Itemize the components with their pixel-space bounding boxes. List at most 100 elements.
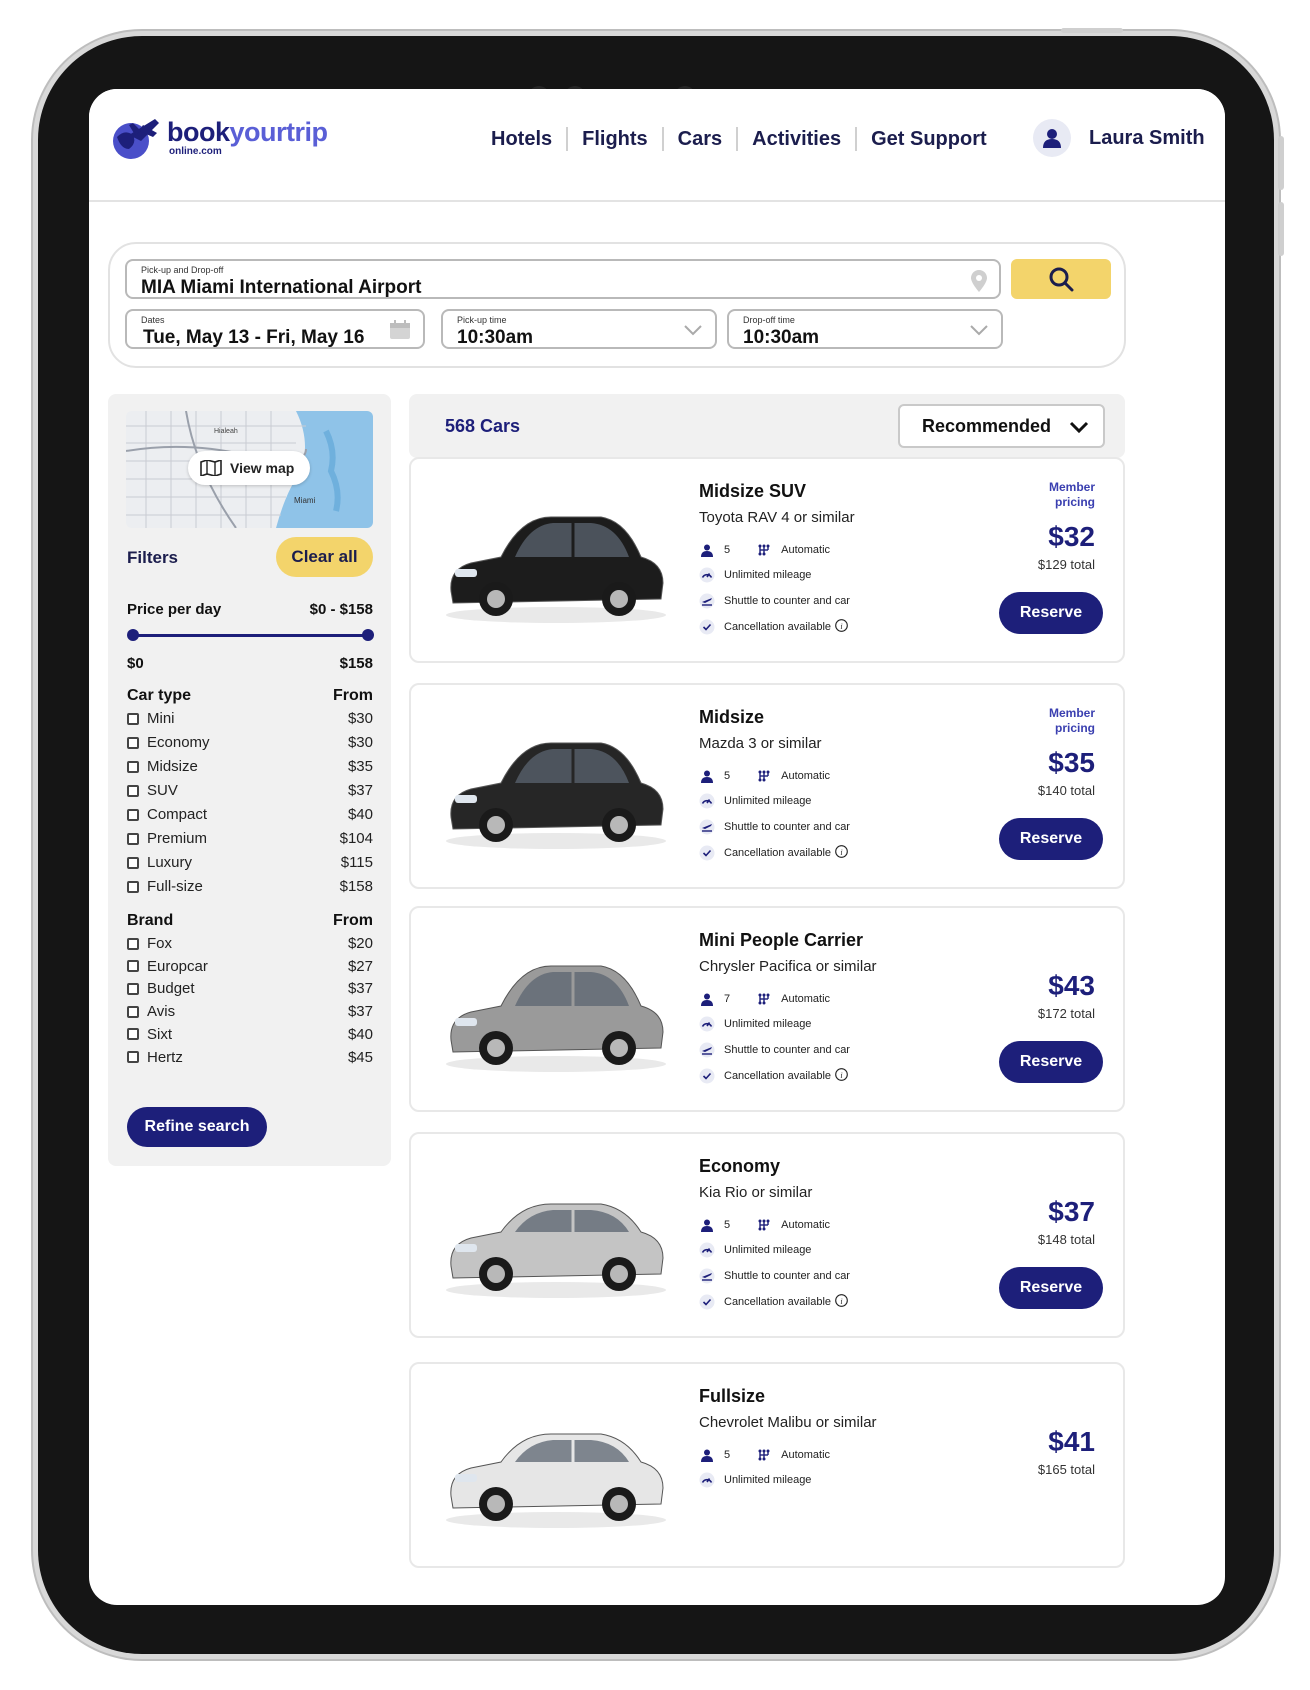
car-result-card[interactable]: Mini People Carrier Chrysler Pacifica or … bbox=[409, 906, 1125, 1112]
info-icon[interactable]: i bbox=[831, 1068, 848, 1084]
car-type-option[interactable]: Midsize $35 bbox=[127, 758, 373, 775]
info-icon[interactable]: i bbox=[831, 845, 848, 861]
reserve-button[interactable]: Reserve bbox=[999, 592, 1103, 634]
price-slider-max-handle[interactable] bbox=[362, 629, 374, 641]
check-icon bbox=[699, 845, 715, 861]
cancellation-feature: Cancellation available i bbox=[699, 1068, 848, 1084]
price-slider-min-handle[interactable] bbox=[127, 629, 139, 641]
search-button[interactable] bbox=[1011, 259, 1111, 299]
total-price: $148 total bbox=[1037, 1232, 1095, 1247]
info-icon[interactable]: i bbox=[831, 1294, 848, 1310]
brand-option[interactable]: Budget $37 bbox=[127, 980, 373, 997]
car-type-option[interactable]: Mini $30 bbox=[127, 710, 373, 727]
reserve-button[interactable]: Reserve bbox=[999, 1267, 1103, 1309]
pickup-time-select[interactable]: Pick-up time 10:30am bbox=[441, 309, 717, 349]
car-type-option[interactable]: Economy $30 bbox=[127, 734, 373, 751]
price-slider-track[interactable] bbox=[133, 634, 368, 637]
nav-flights[interactable]: Flights bbox=[582, 128, 648, 151]
dates-field[interactable]: Dates Tue, May 13 - Fri, May 16 bbox=[125, 309, 425, 349]
car-image[interactable] bbox=[441, 1174, 671, 1304]
map-preview[interactable]: Hialeah Miami View map bbox=[126, 411, 373, 528]
car-class[interactable]: Economy bbox=[699, 1156, 780, 1177]
chevron-down-icon bbox=[683, 323, 703, 341]
seats-feature: 5 Automatic bbox=[699, 1217, 830, 1233]
car-type-option-label: Compact bbox=[147, 806, 208, 823]
sort-dropdown[interactable]: Recommended bbox=[898, 404, 1105, 448]
check-icon bbox=[699, 1294, 715, 1310]
brand-option-label: Avis bbox=[147, 1003, 176, 1021]
nav-get-support[interactable]: Get Support bbox=[871, 128, 987, 151]
calendar-icon bbox=[389, 320, 411, 345]
checkbox[interactable] bbox=[127, 960, 139, 973]
shuttle-label: Shuttle to counter and car bbox=[724, 595, 850, 607]
transmission-label: Automatic bbox=[781, 1449, 831, 1461]
car-type-option-price: $104 bbox=[339, 830, 373, 847]
checkbox[interactable] bbox=[127, 937, 139, 950]
brand-option[interactable]: Avis $37 bbox=[127, 1003, 373, 1020]
brand-option-label: Hertz bbox=[147, 1048, 183, 1066]
checkbox[interactable] bbox=[127, 856, 139, 869]
reserve-button[interactable]: Reserve bbox=[999, 1041, 1103, 1083]
speedometer-icon bbox=[699, 567, 715, 583]
checkbox[interactable] bbox=[127, 760, 139, 773]
mileage-label: Unlimited mileage bbox=[724, 1018, 812, 1030]
car-type-option[interactable]: Luxury $115 bbox=[127, 854, 373, 871]
member-pricing-badge: Member pricing bbox=[1048, 706, 1095, 735]
daily-price: $41 bbox=[1048, 1426, 1095, 1457]
car-image[interactable] bbox=[441, 725, 671, 855]
checkbox[interactable] bbox=[127, 712, 139, 725]
mileage-label: Unlimited mileage bbox=[724, 569, 812, 581]
car-image[interactable] bbox=[441, 948, 671, 1078]
brand-logo[interactable]: bookyourtrip online.com bbox=[107, 115, 328, 161]
car-class[interactable]: Fullsize bbox=[699, 1386, 765, 1407]
dropoff-time-select[interactable]: Drop-off time 10:30am bbox=[727, 309, 1003, 349]
member-pricing-badge: Member pricing bbox=[1048, 480, 1095, 509]
nav-hotels[interactable]: Hotels bbox=[491, 128, 552, 151]
tablet-top-button bbox=[1061, 28, 1123, 33]
site-header: bookyourtrip online.com Hotels Flights C… bbox=[89, 89, 1225, 202]
car-type-option[interactable]: SUV $37 bbox=[127, 782, 373, 799]
info-icon[interactable]: i bbox=[831, 619, 848, 635]
car-image[interactable] bbox=[441, 1404, 671, 1534]
brand-option[interactable]: Sixt $40 bbox=[127, 1026, 373, 1043]
car-result-card[interactable]: Economy Kia Rio or similar 5 Automatic Unlim… bbox=[409, 1132, 1125, 1338]
car-image[interactable] bbox=[441, 499, 671, 629]
car-type-option[interactable]: Compact $40 bbox=[127, 806, 373, 823]
car-model: Chevrolet Malibu or similar bbox=[699, 1414, 877, 1431]
checkbox[interactable] bbox=[127, 736, 139, 749]
reserve-button[interactable]: Reserve bbox=[999, 818, 1103, 860]
brand-option[interactable]: Europcar $27 bbox=[127, 958, 373, 975]
car-class[interactable]: Mini People Carrier bbox=[699, 930, 863, 951]
speedometer-icon bbox=[699, 1016, 715, 1032]
checkbox[interactable] bbox=[127, 808, 139, 821]
nav-activities[interactable]: Activities bbox=[752, 128, 841, 151]
user-avatar-icon[interactable] bbox=[1033, 119, 1071, 157]
car-class[interactable]: Midsize SUV bbox=[699, 481, 806, 502]
user-menu[interactable]: Laura Smith bbox=[1033, 119, 1205, 157]
checkbox[interactable] bbox=[127, 880, 139, 893]
car-type-option[interactable]: Premium $104 bbox=[127, 830, 373, 847]
checkbox[interactable] bbox=[127, 1005, 139, 1018]
daily-price: $43 bbox=[1048, 970, 1095, 1001]
refine-search-button[interactable]: Refine search bbox=[127, 1107, 267, 1147]
checkbox[interactable] bbox=[127, 832, 139, 845]
checkbox[interactable] bbox=[127, 982, 139, 995]
checkbox[interactable] bbox=[127, 1051, 139, 1063]
clear-all-button[interactable]: Clear all bbox=[276, 537, 373, 577]
brand-option[interactable]: Hertz $45 bbox=[127, 1049, 373, 1066]
brand-option[interactable]: Fox $20 bbox=[127, 935, 373, 952]
checkbox[interactable] bbox=[127, 784, 139, 797]
car-result-card[interactable]: Midsize SUV Toyota RAV 4 or similar 5 Autom… bbox=[409, 457, 1125, 663]
car-result-card[interactable]: Fullsize Chevrolet Malibu or similar 5 Auto… bbox=[409, 1362, 1125, 1568]
cancellation-label: Cancellation available bbox=[724, 847, 832, 859]
car-class[interactable]: Midsize bbox=[699, 707, 764, 728]
user-name[interactable]: Laura Smith bbox=[1089, 127, 1205, 150]
location-field[interactable]: Pick-up and Drop-off MIA Miami Internati… bbox=[125, 259, 1001, 299]
view-map-button[interactable]: View map bbox=[188, 451, 310, 485]
map-label-hialeah: Hialeah bbox=[214, 428, 238, 435]
checkbox[interactable] bbox=[127, 1028, 139, 1041]
car-type-option[interactable]: Full-size $158 bbox=[127, 878, 373, 895]
seats-feature: 5 Automatic bbox=[699, 1447, 830, 1463]
nav-cars[interactable]: Cars bbox=[678, 128, 722, 151]
car-result-card[interactable]: Midsize Mazda 3 or similar 5 Automatic Unlim… bbox=[409, 683, 1125, 889]
